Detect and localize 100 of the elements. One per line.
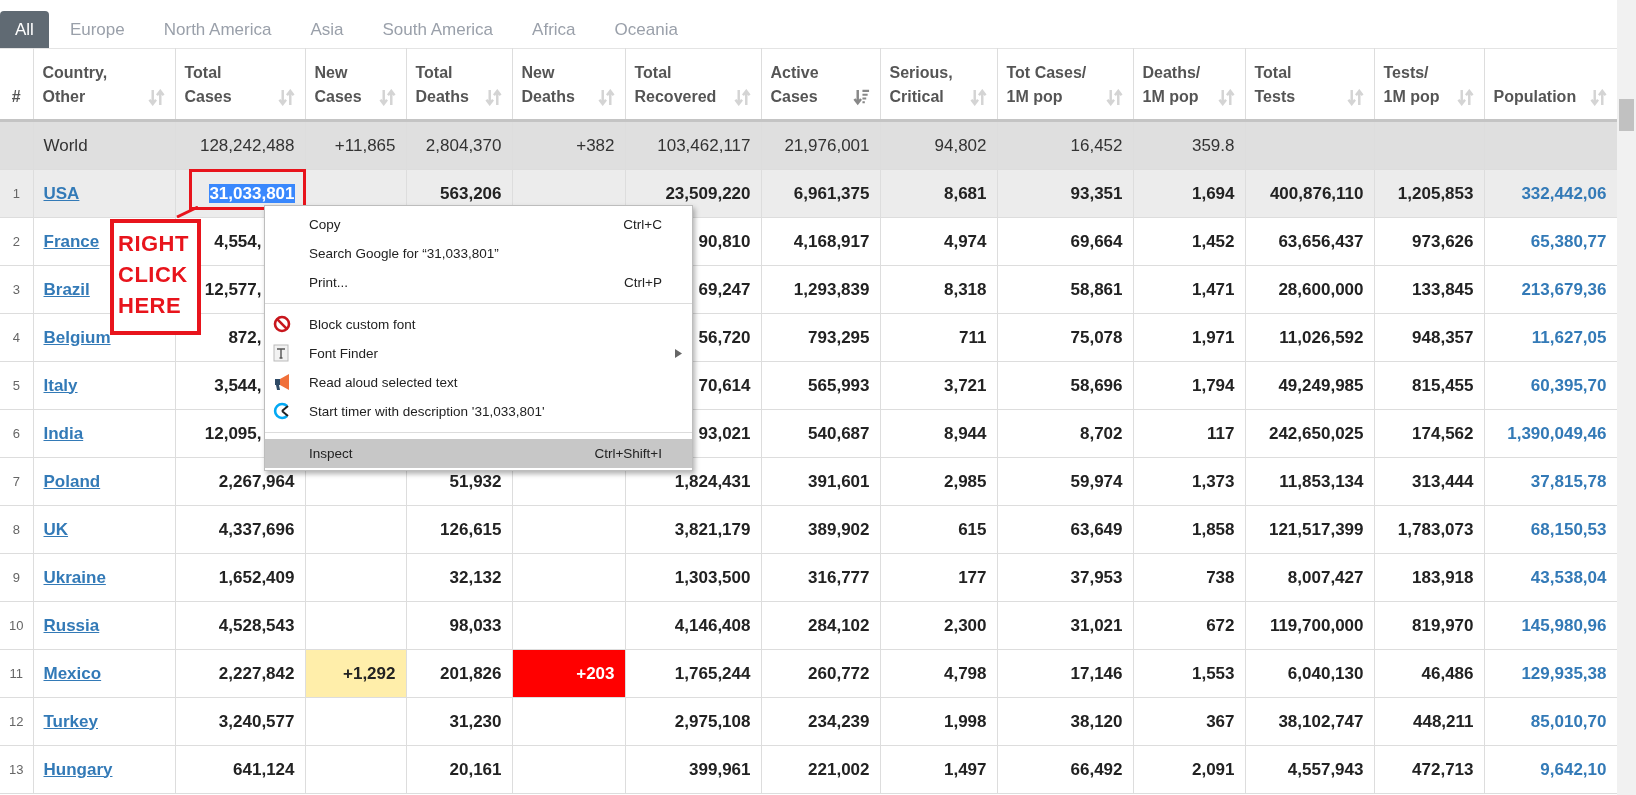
- table-cell: 23,509,220: [665, 183, 751, 203]
- region-tab[interactable]: Europe: [51, 11, 143, 48]
- table-cell: 1,694: [1191, 183, 1235, 203]
- country-link[interactable]: Poland: [43, 471, 101, 491]
- prohibited-icon: [273, 315, 291, 333]
- menu-item[interactable]: Start timer with description '31,033,801': [265, 397, 692, 426]
- table-cell: 2,091: [1191, 759, 1235, 779]
- table-cell: 4,798: [943, 663, 987, 683]
- region-tab[interactable]: Asia: [292, 11, 362, 48]
- table-cell: 93,021: [698, 423, 751, 443]
- country-link[interactable]: UK: [43, 519, 69, 539]
- table-cell: 1,783,073: [1397, 519, 1474, 539]
- country-link[interactable]: Russia: [43, 615, 100, 635]
- table-cell: 284,102: [808, 615, 870, 635]
- country-link[interactable]: Belgium: [43, 327, 111, 347]
- table-cell: 1,293,839: [793, 279, 870, 299]
- table-cell: 38,102,747: [1278, 711, 1364, 731]
- table-cell: 1,303,500: [674, 567, 751, 587]
- country-link[interactable]: Turkey: [43, 711, 98, 731]
- country-link[interactable]: France: [43, 231, 100, 251]
- timer-icon: [273, 402, 291, 420]
- table-cell: 8,318: [943, 279, 987, 299]
- menu-item[interactable]: Inspect Ctrl+Shift+I: [265, 439, 692, 468]
- table-cell: 4,146,408: [674, 615, 751, 635]
- rank-number: 11: [9, 666, 23, 681]
- table-cell: 94,802: [934, 135, 987, 155]
- sort-icon[interactable]: [852, 89, 870, 106]
- submenu-arrow-icon: [675, 349, 682, 358]
- scrollbar-thumb[interactable]: [1619, 99, 1634, 131]
- sort-icon[interactable]: [1346, 89, 1364, 106]
- table-cell: 1,998: [943, 711, 987, 731]
- region-tab[interactable]: Africa: [514, 11, 594, 48]
- sort-icon[interactable]: [733, 89, 751, 106]
- rank-number: 4: [12, 330, 20, 345]
- table-cell: 815,455: [1412, 375, 1474, 395]
- scrollbar[interactable]: [1617, 0, 1636, 795]
- menu-item[interactable]: Print... Ctrl+P: [265, 268, 692, 297]
- menu-item[interactable]: Block custom font: [265, 310, 692, 339]
- table-cell: 37,953: [1070, 567, 1123, 587]
- country-link[interactable]: Italy: [43, 375, 78, 395]
- table-cell: 66,492: [1070, 759, 1123, 779]
- table-cell: 126,615: [440, 519, 502, 539]
- table-cell: 12,577,: [204, 279, 262, 299]
- table-cell: 75,078: [1070, 327, 1123, 347]
- country-link[interactable]: USA: [43, 183, 80, 203]
- sort-icon[interactable]: [1589, 89, 1607, 106]
- table-cell: 1,553: [1191, 663, 1235, 683]
- table-cell: 2,227,842: [218, 663, 295, 683]
- table-cell: 56,720: [698, 327, 751, 347]
- region-tab[interactable]: Oceania: [596, 11, 696, 48]
- sort-icon[interactable]: [1456, 89, 1474, 106]
- sort-icon[interactable]: [378, 89, 396, 106]
- font-icon: [273, 344, 289, 362]
- selected-text: 31,033,801: [209, 183, 295, 203]
- table-cell: 313,444: [1412, 471, 1474, 491]
- sort-icon[interactable]: [1217, 89, 1235, 106]
- region-tab[interactable]: South America: [364, 11, 512, 48]
- menu-item[interactable]: Search Google for “31,033,801”: [265, 239, 692, 268]
- table-cell: 70,614: [698, 375, 751, 395]
- table-cell: 63,649: [1070, 519, 1123, 539]
- country-link[interactable]: Ukraine: [43, 567, 106, 587]
- rank-number: 9: [12, 570, 20, 585]
- table-cell: 31,230: [449, 711, 502, 731]
- menu-item[interactable]: Font Finder: [265, 339, 692, 368]
- table-cell: 58,696: [1070, 375, 1123, 395]
- table-cell: 69,247: [698, 279, 751, 299]
- table-cell: 4,337,696: [218, 519, 295, 539]
- table-cell: 201,826: [440, 663, 502, 683]
- table-cell: 121,517,399: [1268, 519, 1364, 539]
- table-cell: 90,810: [698, 231, 751, 251]
- table-cell: 117: [1207, 423, 1235, 443]
- region-tab[interactable]: All: [0, 11, 49, 48]
- column-header[interactable]: #: [11, 85, 21, 109]
- table-cell: +11,865: [334, 135, 396, 155]
- sort-icon[interactable]: [1105, 89, 1123, 106]
- sort-icon[interactable]: [277, 89, 295, 106]
- rank-number: 10: [9, 618, 24, 633]
- sort-icon[interactable]: [147, 89, 165, 106]
- table-cell: 21,976,001: [784, 135, 870, 155]
- sort-icon[interactable]: [597, 89, 615, 106]
- sort-icon[interactable]: [484, 89, 502, 106]
- table-cell: 1,373: [1191, 471, 1235, 491]
- menu-item[interactable]: Copy Ctrl+C: [265, 210, 692, 239]
- country-link[interactable]: Brazil: [43, 279, 90, 299]
- table-cell: 51,932: [449, 471, 502, 491]
- country-link[interactable]: Mexico: [43, 663, 102, 683]
- region-tab[interactable]: North America: [145, 11, 290, 48]
- menu-item[interactable]: Read aloud selected text: [265, 368, 692, 397]
- table-cell: 738: [1206, 567, 1235, 587]
- table-cell: 59,974: [1070, 471, 1123, 491]
- table-cell: 234,239: [808, 711, 870, 731]
- table-cell: 98,033: [449, 615, 502, 635]
- table-cell: 177: [958, 567, 987, 587]
- sort-icon[interactable]: [969, 89, 987, 106]
- table-cell: 391,601: [808, 471, 870, 491]
- table-cell: 3,721: [943, 375, 987, 395]
- table-cell: 183,918: [1412, 567, 1474, 587]
- table-cell: 32,132: [449, 567, 502, 587]
- country-link[interactable]: India: [43, 423, 84, 443]
- table-cell: 221,002: [808, 759, 870, 779]
